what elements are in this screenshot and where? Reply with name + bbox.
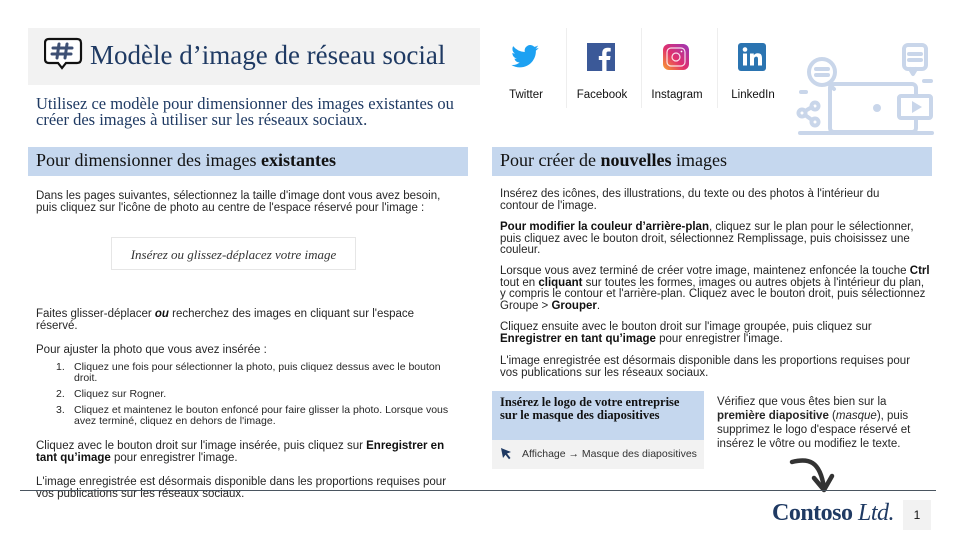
list-item: 3. Cliquez et maintenez le bouton enfoncé… (52, 405, 452, 427)
social-label: LinkedIn (731, 89, 775, 101)
title-banner: Modèle d’image de réseau social (28, 28, 480, 85)
header-bold: existantes (260, 150, 336, 170)
bold-text: Pour modifier la couleur d’arrière-plan (500, 221, 709, 233)
drag-drop-paragraph: Faites glisser-déplacer ou recherchez de… (36, 308, 456, 332)
bold-text: Enregistrer en tant qu’image (500, 332, 656, 345)
emphasis: ou (154, 308, 169, 320)
italic-text: masque (835, 410, 877, 422)
bold-text: première diapositive (717, 410, 829, 422)
text: Faites glisser-déplacer (36, 308, 155, 320)
text: pour enregistrer l'image. (655, 332, 783, 345)
background-color-paragraph: Pour modifier la couleur d’arrière-plan,… (500, 221, 925, 257)
text: ( (828, 410, 836, 422)
mouse-pointer-icon (501, 448, 511, 460)
saved-image-paragraph: L'image enregistrée est désormais dispon… (500, 355, 911, 379)
bold-text: Grouper (551, 299, 597, 312)
social-linkedin: LinkedIn (717, 28, 792, 108)
group-paragraph: Lorsque vous avez terminé de créer votre… (500, 265, 930, 312)
saved-image-paragraph: L'image enregistrée est désormais dispon… (36, 476, 447, 500)
text: . (596, 299, 601, 312)
social-label: Twitter (509, 89, 543, 101)
image-placeholder[interactable]: Insérez ou glissez-déplacez votre image (111, 237, 356, 270)
social-label: Facebook (576, 89, 628, 101)
text: Cliquez avec le bouton droit sur l'image… (36, 440, 367, 452)
text: tout en (500, 276, 539, 289)
section-header-existing: Pour dimensionner des images existantes (28, 147, 468, 176)
save-image-paragraph: Cliquez avec le bouton droit sur l'image… (36, 440, 456, 464)
section-header-new: Pour créer de nouvelles images (492, 147, 932, 176)
step-number: 2. (56, 388, 65, 400)
hashtag-speech-bubble-icon (44, 37, 83, 70)
social-instagram: Instagram (641, 28, 716, 108)
placeholder-text: Insérez ou glissez-déplacez votre image (130, 247, 337, 262)
text: Lorsque vous avez terminé de créer votre… (500, 265, 910, 277)
company-logo[interactable]: Contoso Ltd. (772, 500, 895, 527)
twitter-icon (511, 45, 539, 68)
intro-text: Utilisez ce modèle pour dimensionner des… (36, 94, 454, 129)
header-suffix: images (671, 150, 727, 170)
step-text: Cliquez et maintenez le bouton enfoncé p… (74, 404, 449, 427)
linkedin-icon (738, 43, 766, 71)
header-prefix: Pour dimensionner des images (36, 150, 261, 170)
list-item: 2. Cliquez sur Rogner. (52, 389, 452, 400)
text: Cliquez ensuite avec le bouton droit sur… (500, 321, 872, 333)
insert-content-paragraph: Insérez des icônes, des illustrations, d… (500, 188, 880, 212)
instructions-paragraph: Dans les pages suivantes, sélectionnez l… (36, 190, 441, 214)
social-twitter: Twitter (490, 28, 565, 108)
page-title: Modèle d’image de réseau social (90, 40, 446, 70)
bold-text: Ctrl (909, 265, 930, 277)
curved-arrow-icon (789, 458, 835, 493)
list-item: 1. Cliquez une fois pour sélectionner la … (52, 362, 452, 384)
social-facebook: Facebook (566, 28, 641, 108)
social-label: Instagram (651, 89, 703, 101)
instagram-icon (663, 44, 689, 70)
step-number: 1. (56, 361, 65, 373)
step-text: Cliquez sur Rogner. (74, 388, 167, 400)
menu-path: Affichage → Masque des diapositives (522, 448, 697, 460)
logo-suffix: Ltd. (852, 500, 895, 526)
steps-list: 1. Cliquez une fois pour sélectionner la … (52, 362, 452, 432)
facebook-icon (587, 43, 615, 71)
step-text: Cliquez une fois pour sélectionner la ph… (74, 361, 441, 384)
footer-divider (20, 490, 936, 491)
verify-master-text: Vérifiez que vous êtes bien sur la premi… (717, 395, 932, 451)
laptop-social-illustration (796, 43, 934, 135)
adjust-photo-paragraph: Pour ajuster la photo que vous avez insé… (36, 344, 267, 356)
bold-text: cliquant (538, 276, 583, 289)
header-bold: nouvelles (600, 150, 672, 170)
step-number: 3. (56, 404, 65, 416)
text: pour enregistrer l'image. (110, 451, 238, 464)
save-grouped-paragraph: Cliquez ensuite avec le bouton droit sur… (500, 321, 925, 345)
logo-instructions-box: Insérez le logo de votre entreprise sur … (492, 391, 704, 469)
logo-box-header: Insérez le logo de votre entreprise sur … (492, 391, 704, 440)
logo-main: Contoso (772, 500, 853, 526)
text: Vérifiez que vous êtes bien sur la (717, 396, 887, 408)
header-prefix: Pour créer de (500, 150, 601, 170)
page-number: 1 (903, 500, 931, 530)
